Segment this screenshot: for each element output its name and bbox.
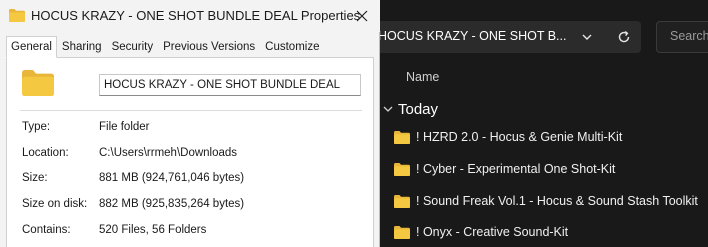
address-bar-text[interactable]: HOCUS KRAZY - ONE SHOT B... (378, 29, 566, 43)
chevron-down-icon[interactable] (580, 30, 594, 44)
folder-icon (22, 70, 54, 96)
tab-sharing[interactable]: Sharing (57, 36, 107, 58)
folder-icon (394, 225, 410, 239)
folder-icon (394, 130, 410, 144)
size-value: 881 MB (924,761,046 bytes) (99, 172, 245, 184)
folder-icon (9, 9, 25, 22)
tab-customize[interactable]: Customize (260, 36, 324, 58)
file-name[interactable]: ! Cyber - Experimental One Shot-Kit (416, 162, 615, 176)
folder-icon (394, 194, 410, 208)
window-title: HOCUS KRAZY - ONE SHOT BUNDLE DEAL Prope… (31, 8, 361, 23)
file-name[interactable]: ! Sound Freak Vol.1 - Hocus & Sound Stas… (416, 194, 698, 208)
list-item[interactable]: ! Cyber - Experimental One Shot-Kit (394, 159, 615, 179)
size-on-disk-value: 882 MB (925,835,264 bytes) (99, 198, 245, 210)
tab-previous-versions[interactable]: Previous Versions (158, 36, 260, 58)
tab-strip: General Sharing Security Previous Versio… (6, 36, 324, 58)
close-icon[interactable] (356, 10, 368, 22)
tab-general[interactable]: General (6, 36, 57, 58)
column-header-name[interactable]: Name (406, 70, 439, 84)
type-label: Type: (22, 121, 51, 133)
folder-icon (394, 162, 410, 176)
group-header-today[interactable]: Today (382, 99, 438, 119)
location-label: Location: (22, 147, 69, 159)
tab-security[interactable]: Security (107, 36, 159, 58)
refresh-icon[interactable] (616, 29, 632, 45)
contains-value: 520 Files, 56 Folders (99, 224, 207, 236)
location-value: C:\Users\rrmeh\Downloads (99, 147, 238, 159)
folder-name-input[interactable] (99, 74, 361, 96)
contains-label: Contains: (22, 224, 71, 236)
properties-dialog: HOCUS KRAZY - ONE SHOT BUNDLE DEAL Prope… (0, 0, 380, 247)
file-name[interactable]: ! HZRD 2.0 - Hocus & Genie Multi-Kit (416, 130, 622, 144)
size-on-disk-label: Size on disk: (22, 198, 88, 210)
chevron-down-icon[interactable] (382, 103, 394, 115)
search-input[interactable]: Search H (670, 29, 708, 43)
list-item[interactable]: ! Onyx - Creative Sound-Kit (394, 222, 568, 242)
title-bar[interactable]: HOCUS KRAZY - ONE SHOT BUNDLE DEAL Prope… (0, 0, 380, 32)
type-value: File folder (99, 121, 150, 133)
file-name[interactable]: ! Onyx - Creative Sound-Kit (416, 225, 568, 239)
list-item[interactable]: ! HZRD 2.0 - Hocus & Genie Multi-Kit (394, 127, 622, 147)
group-label: Today (398, 100, 439, 118)
size-label: Size: (22, 172, 48, 184)
divider (20, 110, 362, 111)
list-item[interactable]: ! Sound Freak Vol.1 - Hocus & Sound Stas… (394, 191, 698, 211)
